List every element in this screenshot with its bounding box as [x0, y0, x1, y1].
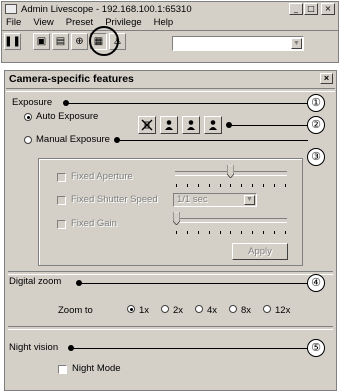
zoom-8x-radio[interactable]	[229, 305, 237, 313]
pause-icon[interactable]: ❚❚	[4, 33, 21, 50]
callout-line-2	[229, 125, 308, 126]
callout-line-5	[71, 348, 308, 349]
highlight-circle	[89, 26, 119, 56]
callout-line-1	[66, 103, 308, 104]
toolbar-separator	[2, 30, 338, 31]
callout-5: ⑤	[307, 339, 325, 357]
night-mode-checkbox[interactable]	[58, 365, 67, 374]
manual-exposure-radio[interactable]	[24, 136, 32, 144]
zoom-1x-label: 1x	[139, 305, 150, 316]
fixed-gain-checkbox[interactable]	[57, 220, 66, 229]
zoom-12x-label: 12x	[275, 305, 291, 316]
digital-zoom-label: Digital zoom	[9, 276, 62, 287]
section-separator-1	[8, 271, 333, 275]
window-title: Admin Livescope - 192.168.100.1:65310	[21, 3, 192, 15]
menu-file[interactable]: File	[4, 17, 23, 28]
close-button[interactable]: ×	[321, 3, 335, 15]
aperture-slider-thumb[interactable]	[227, 165, 234, 178]
fluorescent-off-icon[interactable]	[138, 116, 156, 134]
minimize-button[interactable]: _	[289, 3, 303, 15]
maximize-button[interactable]: □	[304, 3, 318, 15]
manual-exposure-label: Manual Exposure	[36, 134, 110, 145]
preset-combo[interactable]: ▼	[172, 36, 304, 51]
fixed-aperture-label: Fixed Aperture	[71, 171, 133, 182]
callout-1: ①	[307, 94, 325, 112]
menu-preset[interactable]: Preset	[64, 17, 95, 28]
section-separator-2	[8, 326, 333, 330]
person-icon[interactable]	[160, 116, 178, 134]
menu-help[interactable]: Help	[152, 17, 176, 28]
zoom-4x-label: 4x	[207, 305, 218, 316]
fixed-shutter-label: Fixed Shutter Speed	[71, 194, 158, 205]
gain-slider-track[interactable]	[175, 218, 287, 223]
zoom-2x-radio[interactable]	[161, 305, 169, 313]
shutter-speed-value: 1/1 sec	[177, 194, 208, 205]
aperture-ticks	[176, 184, 286, 187]
pan-tilt-icon[interactable]: ▣	[33, 33, 50, 50]
shutter-speed-dropdown[interactable]: 1/1 sec ▼	[173, 193, 257, 207]
zoom-2x-label: 2x	[173, 305, 184, 316]
callout-4: ④	[307, 274, 325, 292]
chevron-down-icon[interactable]: ▼	[291, 38, 302, 49]
fixed-gain-label: Fixed Gain	[71, 218, 117, 229]
zoom-1x-radio[interactable]	[127, 305, 135, 313]
menu-view[interactable]: View	[31, 17, 55, 28]
fixed-shutter-checkbox[interactable]	[57, 196, 66, 205]
gain-slider-thumb[interactable]	[173, 212, 180, 225]
zoom-12x-radio[interactable]	[263, 305, 271, 313]
exposure-label: Exposure	[12, 97, 53, 108]
callout-2: ②	[307, 116, 325, 134]
main-window: Admin Livescope - 192.168.100.1:65310 _ …	[1, 1, 339, 63]
zoom-8x-label: 8x	[241, 305, 252, 316]
person-icon[interactable]	[204, 116, 222, 134]
panel-title: Camera-specific features	[9, 73, 134, 85]
auto-exposure-label: Auto Exposure	[36, 111, 99, 122]
fixed-aperture-checkbox[interactable]	[57, 173, 66, 182]
night-mode-label: Night Mode	[72, 363, 121, 374]
menu-bar: File View Preset Privilege Help	[4, 17, 175, 28]
night-vision-label: Night vision	[9, 342, 59, 353]
zoom-to-label: Zoom to	[58, 305, 93, 316]
zoom-4x-radio[interactable]	[195, 305, 203, 313]
gain-ticks	[176, 231, 286, 234]
callout-3: ③	[307, 148, 325, 166]
title-separator	[6, 88, 335, 92]
callout-line-4	[79, 283, 308, 284]
auto-exposure-radio[interactable]	[24, 113, 32, 121]
person-icon[interactable]	[182, 116, 200, 134]
zoom-icon[interactable]: ⊕	[71, 33, 88, 50]
chevron-down-icon[interactable]: ▼	[244, 195, 255, 205]
apply-button[interactable]: Apply	[232, 243, 288, 260]
title-bar: Admin Livescope - 192.168.100.1:65310 _ …	[2, 2, 338, 16]
split-view-icon[interactable]: ▤	[52, 33, 69, 50]
app-icon	[5, 4, 17, 14]
callout-line-3	[117, 140, 308, 141]
panel-close-button[interactable]: ×	[320, 73, 333, 84]
